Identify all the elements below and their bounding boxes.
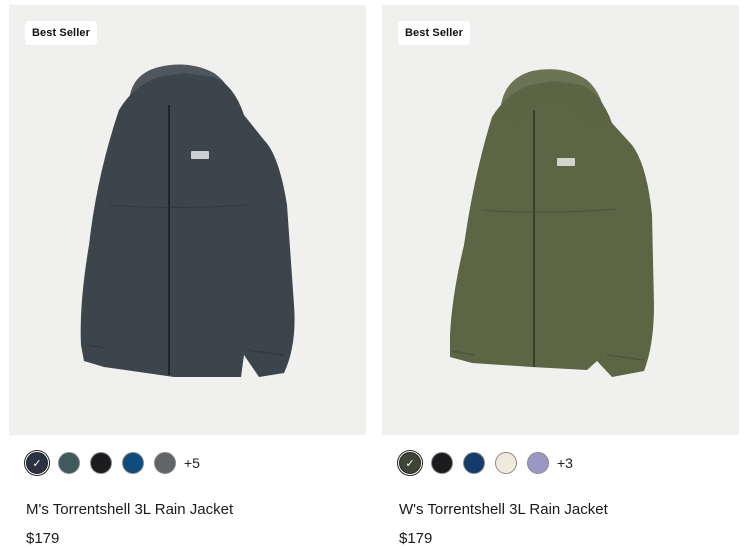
product-card-womens: Best Seller ✓ +3 W's Torrentshell 3L Rai… [382, 0, 739, 549]
best-seller-badge: Best Seller [25, 21, 97, 45]
jacket-image-womens [450, 69, 654, 377]
more-colors-link[interactable]: +3 [557, 455, 573, 471]
color-swatch[interactable] [527, 452, 549, 474]
color-swatch[interactable] [495, 452, 517, 474]
color-swatch[interactable] [154, 452, 176, 474]
best-seller-badge: Best Seller [398, 21, 470, 45]
check-icon: ✓ [405, 456, 415, 470]
color-swatch[interactable] [58, 452, 80, 474]
brand-patch-icon [191, 151, 209, 159]
product-image-link[interactable]: Best Seller [9, 5, 366, 435]
color-swatch[interactable] [431, 452, 453, 474]
color-swatch[interactable] [463, 452, 485, 474]
more-colors-link[interactable]: +5 [184, 455, 200, 471]
product-price: $179 [399, 530, 433, 547]
color-swatch[interactable]: ✓ [399, 452, 421, 474]
check-icon: ✓ [32, 456, 42, 470]
color-swatches: ✓ +3 [399, 450, 573, 476]
color-swatch[interactable] [90, 452, 112, 474]
brand-patch-icon [557, 158, 575, 166]
product-name-link[interactable]: W's Torrentshell 3L Rain Jacket [399, 501, 608, 518]
product-price: $179 [26, 530, 60, 547]
product-card-mens: Best Seller ✓ +5 M's Torrentshell 3L Rai… [9, 0, 366, 549]
product-name-link[interactable]: M's Torrentshell 3L Rain Jacket [26, 501, 233, 518]
color-swatches: ✓ +5 [26, 450, 200, 476]
jacket-shape [450, 69, 654, 377]
color-swatch[interactable] [122, 452, 144, 474]
jacket-shape [80, 64, 295, 377]
color-swatch[interactable]: ✓ [26, 452, 48, 474]
jacket-image-mens [80, 64, 295, 377]
product-image-link[interactable]: Best Seller [382, 5, 739, 435]
